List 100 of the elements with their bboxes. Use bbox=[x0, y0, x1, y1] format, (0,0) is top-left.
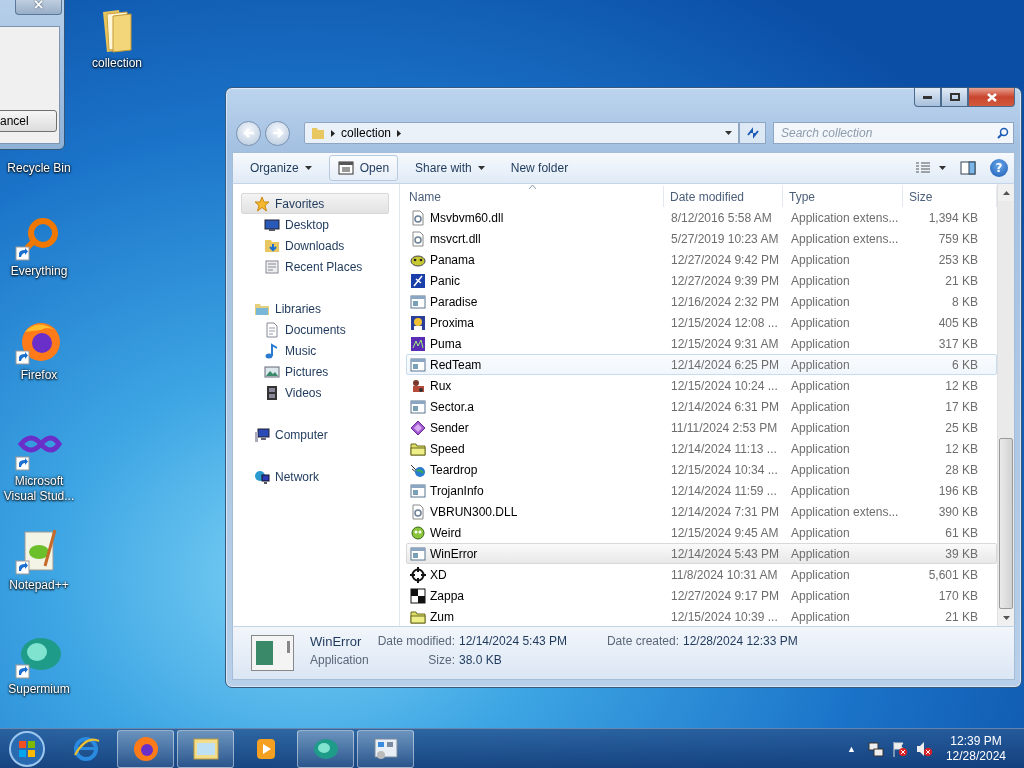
detail-value: 12/14/2024 5:43 PM bbox=[459, 634, 569, 650]
network-icon bbox=[867, 740, 884, 757]
window-thumbnail-icon bbox=[251, 635, 294, 671]
toolbar-button[interactable]: Organize bbox=[241, 155, 321, 181]
column-header[interactable]: Name bbox=[403, 186, 664, 207]
preview-pane-button[interactable] bbox=[960, 161, 976, 175]
table-cell-text: 12/14/2024 11:59 ... bbox=[671, 483, 778, 498]
nav-item[interactable]: Computer bbox=[241, 424, 389, 445]
nav-item[interactable]: Favorites bbox=[241, 193, 389, 214]
table-cell-text: 12/14/2024 6:31 PM bbox=[671, 399, 781, 414]
table-cell-text: 12/15/2024 9:45 AM bbox=[671, 525, 780, 540]
table-cell-text: 196 KB bbox=[937, 483, 979, 498]
taskbar-button[interactable] bbox=[177, 729, 234, 768]
network-tray-button[interactable] bbox=[867, 740, 884, 757]
file-row[interactable]: Paradise 12/16/2024 2:32 PM Application 8 KB bbox=[406, 291, 997, 312]
table-cell-text: 12/14/2024 7:31 PM bbox=[671, 504, 781, 519]
file-row[interactable]: Sender 11/11/2024 2:53 PM Application 25 KB bbox=[406, 417, 997, 438]
file-row[interactable]: TrojanInfo 12/14/2024 11:59 ... Application 196 KB bbox=[406, 480, 997, 501]
file-name: Weird bbox=[430, 525, 462, 540]
table-cell-text: Application bbox=[791, 567, 851, 582]
file-name: Proxima bbox=[430, 315, 474, 330]
table-cell-text: 12/15/2024 12:08 ... bbox=[671, 315, 779, 330]
file-name: Zappa bbox=[430, 588, 465, 603]
file-row[interactable]: Puma 12/15/2024 9:31 AM Application 317 KB bbox=[406, 333, 997, 354]
action-center-button[interactable] bbox=[891, 740, 908, 757]
minimize-button[interactable] bbox=[914, 88, 941, 107]
desktop-shortcut[interactable]: collection bbox=[78, 6, 156, 71]
preview-pane-icon bbox=[960, 161, 976, 175]
file-name: Sender bbox=[430, 420, 469, 435]
speaker-muted-icon bbox=[915, 740, 932, 757]
file-row[interactable]: WinError 12/14/2024 5:43 PM Application 39 KB bbox=[406, 543, 997, 564]
nav-item[interactable]: Pictures bbox=[241, 361, 389, 382]
taskbar-button[interactable] bbox=[357, 729, 414, 768]
maximize-button[interactable] bbox=[941, 88, 968, 107]
taskbar-button[interactable] bbox=[297, 729, 354, 768]
toolbar-button[interactable]: Open bbox=[328, 155, 399, 181]
file-row[interactable]: XD 11/8/2024 10:31 AM Application 5,601 KB bbox=[406, 564, 997, 585]
file-row[interactable]: Proxima 12/15/2024 12:08 ... Application 405 KB bbox=[406, 312, 997, 333]
scroll-thumb[interactable] bbox=[999, 438, 1013, 609]
file-row[interactable]: Speed 12/14/2024 11:13 ... Application 12 KB bbox=[406, 438, 997, 459]
flag-error-icon bbox=[891, 740, 908, 757]
nav-item[interactable]: Videos bbox=[241, 382, 389, 403]
breadcrumb[interactable]: collection bbox=[341, 126, 392, 140]
file-name: Panama bbox=[430, 252, 475, 267]
table-cell-text: Application bbox=[791, 420, 851, 435]
clock[interactable]: 12:39 PM 12/28/2024 bbox=[945, 733, 1006, 764]
column-header[interactable]: Date modified bbox=[664, 186, 783, 207]
table-cell-text: Application bbox=[791, 525, 851, 540]
forward-button[interactable] bbox=[265, 120, 290, 146]
minimize-icon bbox=[923, 95, 932, 99]
nav-item[interactable]: Recent Places bbox=[241, 256, 389, 277]
file-row[interactable]: Panic 12/27/2024 9:39 PM Application 21 KB bbox=[406, 270, 997, 291]
file-row[interactable]: Rux 12/15/2024 10:24 ... Application 12 KB bbox=[406, 375, 997, 396]
file-row[interactable]: msvcrt.dll 5/27/2019 10:23 AM Application extens... 759 KB bbox=[406, 228, 997, 249]
column-header[interactable]: Type bbox=[783, 186, 903, 207]
nav-item[interactable]: Music bbox=[241, 340, 389, 361]
file-row[interactable]: Weird 12/15/2024 9:45 AM Application 61 KB bbox=[406, 522, 997, 543]
nav-item[interactable]: Network bbox=[241, 466, 389, 487]
file-row[interactable]: Teardrop 12/15/2024 10:34 ... Application 28 KB bbox=[406, 459, 997, 480]
toolbar-button[interactable]: Share with bbox=[406, 155, 494, 181]
start-button[interactable] bbox=[6, 729, 48, 768]
forward-arrow-icon bbox=[271, 128, 284, 138]
table-cell-text: Application bbox=[791, 462, 851, 477]
show-hidden-icons-button[interactable]: ▲ bbox=[847, 743, 856, 754]
table-cell-text: 11/11/2024 2:53 PM bbox=[671, 420, 779, 435]
table-cell-text: Application bbox=[791, 399, 851, 414]
scroll-up-button[interactable] bbox=[998, 184, 1014, 201]
diamond-icon bbox=[410, 419, 426, 436]
toolbar-button[interactable]: New folder bbox=[501, 155, 578, 181]
taskbar-button[interactable] bbox=[117, 729, 174, 768]
back-button[interactable] bbox=[236, 120, 261, 146]
desktop-shortcut[interactable]: Everything bbox=[0, 214, 78, 279]
file-row[interactable]: Msvbvm60.dll 8/12/2016 5:58 AM Application extens... 1,394 KB bbox=[406, 207, 997, 228]
table-cell-text: 12/27/2024 9:17 PM bbox=[671, 588, 781, 603]
file-row[interactable]: RedTeam 12/14/2024 6:25 PM Application 6 KB bbox=[406, 354, 997, 375]
file-row[interactable]: Sector.a 12/14/2024 6:31 PM Application 17 KB bbox=[406, 396, 997, 417]
file-type: Application bbox=[310, 653, 370, 669]
file-row[interactable]: Zappa 12/27/2024 9:17 PM Application 170 KB bbox=[406, 585, 997, 606]
monitor-icon bbox=[264, 216, 280, 233]
back-arrow-icon bbox=[242, 128, 255, 138]
close-button[interactable] bbox=[968, 88, 1015, 107]
caret-icon bbox=[939, 166, 946, 170]
scrollbar[interactable] bbox=[997, 184, 1014, 626]
view-button[interactable] bbox=[915, 162, 946, 174]
file-row[interactable]: Zum 12/15/2024 10:39 ... Application 21 KB bbox=[406, 606, 997, 627]
address-bar[interactable]: collection bbox=[304, 122, 739, 144]
file-name: VBRUN300.DLL bbox=[430, 504, 518, 519]
table-cell-text: 12/15/2024 10:34 ... bbox=[671, 462, 779, 477]
nav-item[interactable]: Desktop bbox=[241, 214, 389, 235]
file-name: Sector.a bbox=[430, 399, 475, 414]
file-row[interactable]: Panama 12/27/2024 9:42 PM Application 253 KB bbox=[406, 249, 997, 270]
file-row[interactable]: VBRUN300.DLL 12/14/2024 7:31 PM Application extens... 390 KB bbox=[406, 501, 997, 522]
refresh-button[interactable] bbox=[739, 122, 766, 144]
nav-item[interactable]: Downloads bbox=[241, 235, 389, 256]
nav-item[interactable]: Documents bbox=[241, 319, 389, 340]
cancel-button[interactable]: ancel bbox=[0, 110, 57, 132]
caret-icon bbox=[304, 166, 312, 170]
scroll-down-button[interactable] bbox=[998, 609, 1014, 626]
nav-item[interactable]: Libraries bbox=[241, 298, 389, 319]
volume-button[interactable] bbox=[915, 740, 932, 757]
